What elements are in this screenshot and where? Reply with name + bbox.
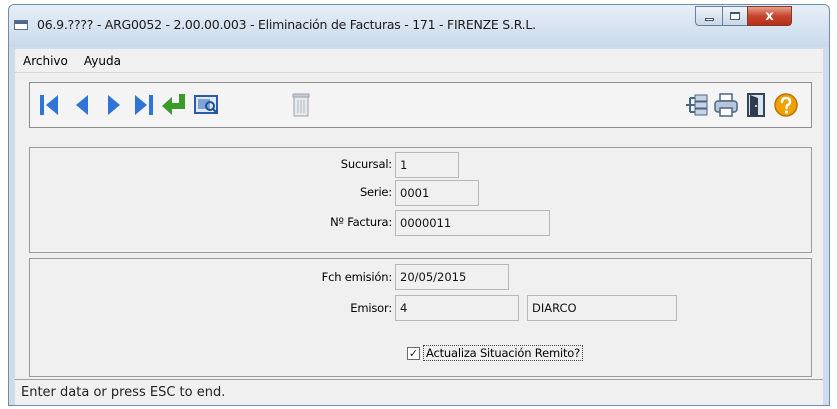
emisor-label: Emisor: [350,301,392,315]
fecha-field[interactable]: 20/05/2015 [395,264,509,290]
emisor-name-field: DIARCO [527,295,677,321]
enter-button[interactable] [158,89,190,121]
help-icon [774,93,798,117]
maximize-icon [730,12,740,20]
enter-icon [162,94,185,115]
print-button[interactable] [710,89,742,121]
invoice-panel: Sucursal: 1 Serie: 0001 Nº Factura: 0000… [29,147,812,253]
delete-icon [292,93,310,117]
exit-button[interactable] [740,89,772,121]
search-icon [194,95,218,114]
exit-icon [747,93,765,117]
window-title: 06.9.???? - ARG0052 - 2.00.00.003 - Elim… [37,17,536,32]
minimize-icon [704,17,714,21]
menu-ayuda[interactable]: Ayuda [76,50,129,72]
tree-icon [686,94,708,116]
main-content: Sucursal: 1 Serie: 0001 Nº Factura: 0000… [15,73,823,405]
menu-bar: Archivo Ayuda [15,49,823,73]
sucursal-label: Sucursal: [340,157,392,171]
last-record-icon [135,95,153,115]
title-bar[interactable]: 06.9.???? - ARG0052 - 2.00.00.003 - Elim… [9,5,829,47]
actualiza-checkbox[interactable]: ✓ [407,346,420,360]
print-icon [714,93,738,117]
previous-record-button[interactable] [66,89,98,121]
app-icon[interactable] [14,20,28,30]
actualiza-option[interactable]: ✓ Actualiza Situación Remito? [407,345,583,361]
next-record-icon [108,95,120,115]
close-button[interactable]: x [747,6,792,26]
search-button[interactable] [190,89,222,121]
toolbar [29,82,812,128]
factura-field[interactable]: 0000011 [395,210,550,236]
maximize-button[interactable] [722,6,748,26]
menu-archivo[interactable]: Archivo [15,50,76,72]
previous-record-icon [76,95,88,115]
help-button[interactable] [770,89,802,121]
first-record-button[interactable] [34,89,66,121]
emisor-code-field[interactable]: 4 [395,295,519,321]
fecha-label: Fch emisión: [321,270,393,284]
serie-field[interactable]: 0001 [395,180,479,206]
status-bar: Enter data or press ESC to end. [15,379,823,405]
factura-label: Nº Factura: [330,215,392,229]
app-window: 06.9.???? - ARG0052 - 2.00.00.003 - Elim… [8,4,830,406]
close-icon: x [765,8,774,24]
actualiza-label[interactable]: Actualiza Situación Remito? [423,345,583,361]
delete-button[interactable] [285,89,317,121]
next-record-button[interactable] [98,89,130,121]
checkmark-icon: ✓ [408,346,419,360]
last-record-button[interactable] [128,89,160,121]
tree-button[interactable] [680,89,712,121]
first-record-icon [40,95,58,115]
sucursal-field[interactable]: 1 [395,152,459,178]
minimize-button[interactable] [695,6,723,26]
details-panel: Fch emisión: 20/05/2015 Emisor: 4 DIARCO… [29,258,812,377]
serie-label: Serie: [359,185,392,199]
